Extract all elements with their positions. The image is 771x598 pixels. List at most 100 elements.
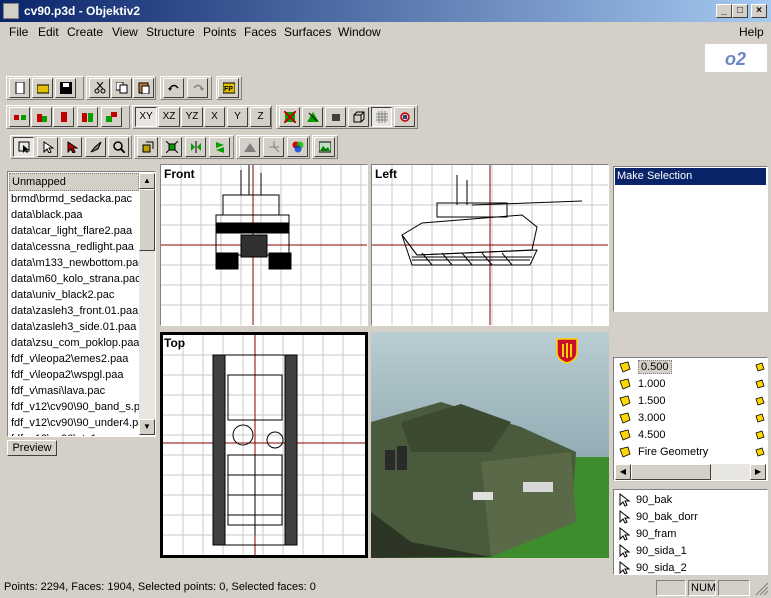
tool-button-3[interactable] <box>53 107 74 127</box>
pointer-move-button[interactable] <box>61 137 82 157</box>
tool-button-10[interactable] <box>394 107 415 127</box>
texture-list-item[interactable]: data\cessna_redlight.paa <box>9 239 139 255</box>
menu-help[interactable]: Help <box>739 25 764 39</box>
named-selection-item[interactable]: 90_bak_dorr <box>616 509 766 526</box>
pointer-mode-button[interactable] <box>37 137 58 157</box>
texture-list-item[interactable]: data\univ_black2.pac <box>9 287 139 303</box>
tool-button-1[interactable] <box>9 107 30 127</box>
cut-button[interactable] <box>89 78 110 98</box>
scroll-right-button[interactable]: ▶ <box>750 464 766 480</box>
front-viewport[interactable]: Front <box>160 164 368 326</box>
hscroll-thumb[interactable] <box>631 464 711 480</box>
lod-list[interactable]: 0.500 1.000 1.500 3.000 4.500 Fire Geometry ◀… <box>613 357 768 481</box>
grid-toggle-button[interactable] <box>371 107 392 127</box>
minimize-button[interactable]: _ <box>716 4 732 18</box>
texture-list-item[interactable]: data\black.paa <box>9 207 139 223</box>
texture-list-item[interactable]: data\zasleh3_side.01.paa <box>9 319 139 335</box>
top-viewport[interactable]: Top <box>160 332 368 558</box>
tool-button-16[interactable] <box>263 137 284 157</box>
menu-structure[interactable]: Structure <box>146 25 195 39</box>
tool-button-13[interactable] <box>185 137 206 157</box>
scroll-left-button[interactable]: ◀ <box>615 464 631 480</box>
menu-faces[interactable]: Faces <box>244 25 277 39</box>
brush-mode-button[interactable] <box>85 137 106 157</box>
scroll-up-button[interactable]: ▲ <box>139 173 155 189</box>
redo-button[interactable] <box>187 78 208 98</box>
open-button[interactable] <box>32 78 53 98</box>
menu-surfaces[interactable]: Surfaces <box>284 25 331 39</box>
axis-y-button[interactable]: Y <box>227 107 248 127</box>
menu-create[interactable]: Create <box>67 25 103 39</box>
texture-list-item[interactable]: fdf_v\leopa2\emes2.paa <box>9 351 139 367</box>
texture-list-item[interactable]: fdf_v12\cv90\90_under4.pa <box>9 415 139 431</box>
selection-panel[interactable]: Make Selection <box>613 166 768 312</box>
axis-x-button[interactable]: X <box>204 107 225 127</box>
tool-button-12[interactable] <box>161 137 182 157</box>
copy-button[interactable] <box>111 78 132 98</box>
texture-list-item[interactable]: fdf_v12\cv90\90_band_s.p <box>9 399 139 415</box>
axis-yz-button[interactable]: YZ <box>181 107 203 127</box>
menu-file[interactable]: File <box>9 25 28 39</box>
tool-button-11[interactable] <box>137 137 158 157</box>
texture-list-item[interactable]: fdf_v\masi\lava.pac <box>9 383 139 399</box>
background-image-button[interactable] <box>314 137 335 157</box>
texture-list-scrollbar[interactable]: ▲ ▼ <box>139 173 155 435</box>
lod-item[interactable]: Fire Geometry <box>616 444 756 461</box>
tool-button-2[interactable] <box>31 107 52 127</box>
fp-button[interactable]: FP <box>218 78 239 98</box>
named-selection-item[interactable]: 90_fram <box>616 526 766 543</box>
texture-list-item[interactable]: Unmapped <box>9 173 139 191</box>
scroll-thumb[interactable] <box>139 189 155 251</box>
axis-xz-button[interactable]: XZ <box>158 107 180 127</box>
axis-z-button[interactable]: Z <box>250 107 271 127</box>
menu-window[interactable]: Window <box>338 25 381 39</box>
save-button[interactable] <box>55 78 76 98</box>
tool-button-14[interactable] <box>209 137 230 157</box>
scroll-down-button[interactable]: ▼ <box>139 419 155 435</box>
named-selection-item[interactable]: 90_sida_1 <box>616 543 766 560</box>
tool-button-6[interactable] <box>279 107 300 127</box>
texture-list-item[interactable]: fdf_v\leopa2\wspgl.paa <box>9 367 139 383</box>
tool-button-7[interactable] <box>302 107 323 127</box>
left-viewport[interactable]: Left <box>371 164 609 326</box>
texture-list-item[interactable]: data\m133_newbottom.pac <box>9 255 139 271</box>
texture-list-item[interactable]: data\m60_kolo_strana.pac <box>9 271 139 287</box>
select-mode-button[interactable] <box>13 137 34 157</box>
lod-item[interactable]: 1.500 <box>616 393 756 410</box>
paste-button[interactable] <box>133 78 154 98</box>
texture-list-item[interactable]: fdf_v12\cv90\stv1.pa <box>9 431 139 436</box>
resize-grip-icon[interactable] <box>755 582 769 596</box>
tool-button-5[interactable] <box>101 107 122 127</box>
new-button[interactable] <box>9 78 30 98</box>
menu-edit[interactable]: Edit <box>38 25 59 39</box>
title-bar[interactable]: cv90.p3d - Objektiv2 _ □ × <box>0 0 771 22</box>
color-button[interactable] <box>287 137 308 157</box>
3d-preview-viewport[interactable] <box>371 332 609 558</box>
axis-xy-button[interactable]: XY <box>135 107 157 127</box>
texture-list[interactable]: Unmapped brmd\brmd_sedacka.pac data\black.… <box>7 171 156 437</box>
tool-button-15[interactable] <box>239 137 260 157</box>
named-selections-list[interactable]: 90_bak 90_bak_dorr 90_fram 90_sida_1 90_sida… <box>613 489 768 575</box>
lod-item[interactable]: 0.500 <box>616 359 756 376</box>
maximize-button[interactable]: □ <box>732 4 748 18</box>
zoom-mode-button[interactable] <box>108 137 129 157</box>
undo-button[interactable] <box>163 78 184 98</box>
texture-list-item[interactable]: data\car_light_flare2.paa <box>9 223 139 239</box>
named-selection-item[interactable]: 90_sida_2 <box>616 560 766 574</box>
make-selection-item[interactable]: Make Selection <box>615 168 766 185</box>
texture-list-item[interactable]: data\zasleh3_front.01.paa <box>9 303 139 319</box>
tool-button-4[interactable] <box>77 107 98 127</box>
menu-points[interactable]: Points <box>203 25 236 39</box>
lod-hscrollbar[interactable]: ◀ ▶ <box>615 464 766 480</box>
named-selection-item[interactable]: 90_bak <box>616 492 766 509</box>
texture-list-item[interactable]: data\zsu_com_poklop.paa <box>9 335 139 351</box>
lod-item[interactable]: 1.000 <box>616 376 756 393</box>
menu-view[interactable]: View <box>112 25 138 39</box>
lod-item[interactable]: 4.500 <box>616 427 756 444</box>
texture-list-item[interactable]: brmd\brmd_sedacka.pac <box>9 191 139 207</box>
app-icon[interactable] <box>3 3 19 19</box>
preview-button[interactable]: Preview <box>7 440 57 456</box>
tool-button-8[interactable] <box>325 107 346 127</box>
lod-item[interactable]: 3.000 <box>616 410 756 427</box>
close-button[interactable]: × <box>751 4 767 18</box>
